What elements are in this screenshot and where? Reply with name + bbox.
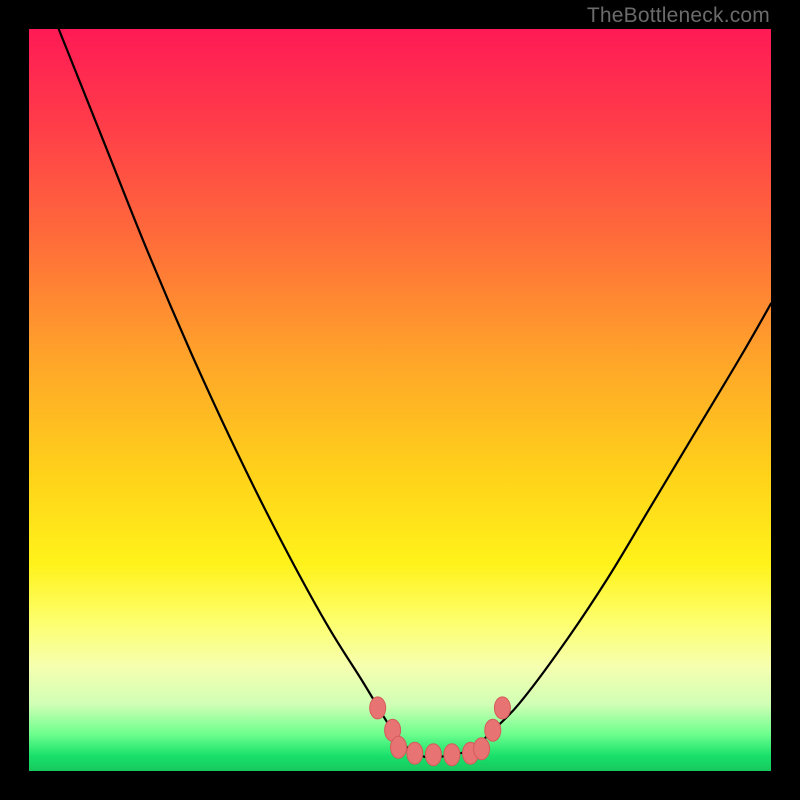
highlight-marker [494, 697, 510, 719]
highlight-marker-group [370, 697, 511, 766]
highlight-marker [370, 697, 386, 719]
highlight-marker [474, 738, 490, 760]
watermark-text: TheBottleneck.com [587, 4, 770, 28]
bottleneck-curve [59, 29, 771, 758]
highlight-marker [407, 742, 423, 764]
chart-overlay-svg [29, 29, 771, 771]
highlight-marker [425, 744, 441, 766]
chart-frame: TheBottleneck.com [0, 0, 800, 800]
highlight-marker [444, 744, 460, 766]
highlight-marker [391, 736, 407, 758]
highlight-marker [485, 719, 501, 741]
